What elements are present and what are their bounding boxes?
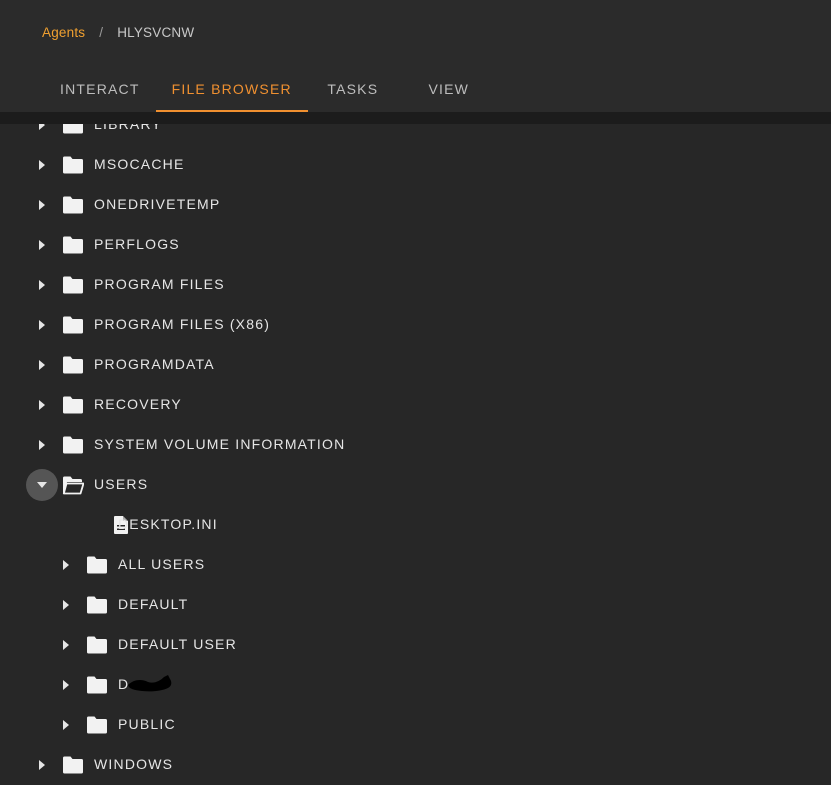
tree-item-label[interactable]: PUBLIC bbox=[118, 716, 176, 732]
tree-item-label[interactable]: PROGRAMDATA bbox=[94, 356, 215, 372]
tree-file-row[interactable]: DESKTOP.INI bbox=[0, 505, 831, 545]
tree-item-label[interactable]: SYSTEM VOLUME INFORMATION bbox=[94, 436, 345, 452]
tree-item-label[interactable]: ALL USERS bbox=[118, 556, 205, 572]
expand-caret-icon[interactable] bbox=[26, 149, 58, 181]
expand-caret-icon[interactable] bbox=[50, 549, 82, 581]
tree-folder-row[interactable]: WINDOWS bbox=[0, 745, 831, 785]
expand-caret-icon[interactable] bbox=[26, 189, 58, 221]
tree-folder-row[interactable]: ALL USERS bbox=[0, 545, 831, 585]
folder-icon bbox=[86, 555, 108, 575]
tree-item-label[interactable]: DESKTOP.INI bbox=[118, 516, 218, 532]
folder-icon bbox=[86, 675, 108, 695]
tree-folder-row[interactable]: PROGRAM FILES bbox=[0, 265, 831, 305]
tree-folder-row[interactable]: PERFLOGS bbox=[0, 225, 831, 265]
expand-caret-icon[interactable] bbox=[50, 589, 82, 621]
tree-folder-row[interactable]: USERS bbox=[0, 465, 831, 505]
tree-item-label[interactable]: USERS bbox=[94, 476, 148, 492]
folder-open-icon bbox=[62, 475, 85, 495]
tree-item-label[interactable]: PERFLOGS bbox=[94, 236, 180, 252]
tree-item-label[interactable]: DEFAULT USER bbox=[118, 636, 237, 652]
tree-item-label[interactable]: PROGRAM FILES (X86) bbox=[94, 316, 270, 332]
tree-folder-row[interactable]: PROGRAM FILES (X86) bbox=[0, 305, 831, 345]
expand-caret-icon[interactable] bbox=[50, 629, 82, 661]
expand-caret-icon[interactable] bbox=[50, 709, 82, 741]
folder-icon bbox=[62, 435, 84, 455]
folder-icon bbox=[62, 275, 84, 295]
tree-folder-row[interactable]: DEFAULT bbox=[0, 585, 831, 625]
tree-folder-row[interactable]: SYSTEM VOLUME INFORMATION bbox=[0, 425, 831, 465]
breadcrumb: Agents / HLYSVCNW bbox=[42, 25, 194, 40]
breadcrumb-current-agent: HLYSVCNW bbox=[117, 25, 195, 40]
tree-folder-row[interactable]: PUBLIC bbox=[0, 705, 831, 745]
folder-icon bbox=[62, 755, 84, 775]
folder-icon bbox=[62, 395, 84, 415]
folder-icon bbox=[86, 595, 108, 615]
folder-icon bbox=[62, 195, 84, 215]
folder-icon bbox=[86, 715, 108, 735]
folder-icon bbox=[62, 355, 84, 375]
expand-caret-icon[interactable] bbox=[50, 669, 82, 701]
tree-folder-row[interactable]: MSOCACHE bbox=[0, 145, 831, 185]
folder-icon bbox=[86, 635, 108, 655]
tree-item-label[interactable]: DEFAULT bbox=[118, 596, 188, 612]
expand-caret-icon[interactable] bbox=[26, 229, 58, 261]
folder-icon bbox=[62, 315, 84, 335]
expand-caret-icon[interactable] bbox=[26, 749, 58, 781]
breadcrumb-agents-link[interactable]: Agents bbox=[42, 25, 85, 40]
tree-item-label[interactable]: MSOCACHE bbox=[94, 156, 185, 172]
expand-caret-icon[interactable] bbox=[26, 309, 58, 341]
tab-tasks[interactable]: TASKS bbox=[308, 68, 398, 112]
tree-folder-row[interactable]: DEFAULT USER bbox=[0, 625, 831, 665]
tree-folder-row[interactable]: RECOVERY bbox=[0, 385, 831, 425]
breadcrumb-separator: / bbox=[99, 25, 104, 40]
tree-item-label[interactable]: WINDOWS bbox=[94, 756, 173, 772]
redaction-scribble bbox=[128, 675, 172, 692]
file-tree: LIBRARY MSOCACHE ONEDRIVETEMP PERFLOGS PROGR… bbox=[0, 105, 831, 785]
collapse-caret-icon[interactable] bbox=[26, 469, 58, 501]
agent-tabs: INTERACT FILE BROWSER TASKS VIEW bbox=[44, 68, 494, 112]
folder-icon bbox=[62, 155, 84, 175]
tree-folder-row[interactable]: PROGRAMDATA bbox=[0, 345, 831, 385]
expand-caret-icon[interactable] bbox=[26, 349, 58, 381]
expand-caret-icon[interactable] bbox=[26, 269, 58, 301]
expand-caret-icon[interactable] bbox=[26, 429, 58, 461]
tab-view[interactable]: VIEW bbox=[404, 68, 494, 112]
expand-caret-icon[interactable] bbox=[26, 389, 58, 421]
tab-interact[interactable]: INTERACT bbox=[44, 68, 156, 112]
tab-file-browser[interactable]: FILE BROWSER bbox=[155, 68, 308, 112]
tree-folder-row[interactable]: D bbox=[0, 665, 831, 705]
tree-item-label[interactable]: RECOVERY bbox=[94, 396, 182, 412]
tree-folder-row[interactable]: ONEDRIVETEMP bbox=[0, 185, 831, 225]
folder-icon bbox=[62, 235, 84, 255]
tree-item-label[interactable]: ONEDRIVETEMP bbox=[94, 196, 220, 212]
agent-header: Agents / HLYSVCNW INTERACT FILE BROWSER … bbox=[0, 0, 831, 112]
tree-item-label[interactable]: PROGRAM FILES bbox=[94, 276, 225, 292]
header-shadow bbox=[0, 112, 831, 124]
